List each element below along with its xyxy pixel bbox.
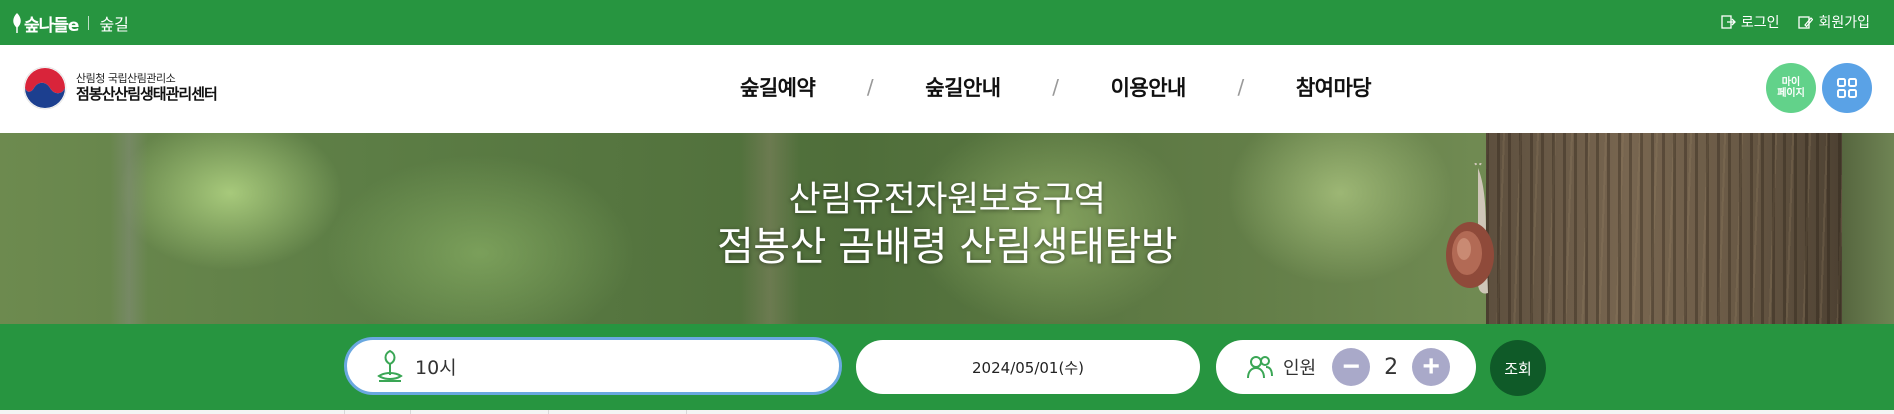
org-logo-link[interactable]: 산림청 국립산림관리소 점봉산산림생태관리센터	[22, 65, 218, 111]
plus-icon: +	[1422, 350, 1440, 383]
main-header: 산림청 국립산림관리소 점봉산산림생태관리센터 숲길예약 / 숲길안내 / 이용…	[0, 45, 1894, 133]
nav-item-trail-reservation[interactable]: 숲길예약	[740, 72, 816, 102]
hero-title-block: 산림유전자원보호구역 점봉산 곰배령 산림생태탐방	[0, 178, 1894, 271]
course-value: 10시	[415, 356, 457, 379]
hero-banner: 산림유전자원보호구역 점봉산 곰배령 산림생태탐방	[0, 133, 1894, 324]
reservation-search-bar: 10시 2024/05/01(수) 인원 − 2 + 조회	[0, 324, 1894, 410]
top-utility-bar: 숲나들e 숲길 로그인 회원가입	[0, 0, 1894, 45]
org-ministry: 산림청 국립산림관리소	[76, 72, 176, 86]
signup-icon	[1798, 16, 1814, 29]
brand-logo-text: 숲나들e	[24, 15, 79, 36]
nav-item-usage-guide[interactable]: 이용안내	[1111, 72, 1187, 102]
org-text: 산림청 국립산림관리소 점봉산산림생태관리센터	[76, 72, 218, 103]
login-icon	[1721, 15, 1736, 29]
government-emblem-icon	[23, 66, 67, 110]
minus-icon: −	[1342, 350, 1360, 383]
mypage-label-line2: 페이지	[1777, 88, 1805, 99]
nav-item-participation[interactable]: 참여마당	[1296, 72, 1372, 102]
brand-logo-link[interactable]: 숲나들e	[10, 8, 79, 38]
search-submit-label: 조회	[1504, 360, 1532, 378]
tab-divider	[410, 410, 411, 414]
hero-title: 점봉산 곰배령 산림생태탐방	[716, 224, 1178, 270]
nav-separator: /	[866, 75, 874, 99]
mypage-button[interactable]: 마이 페이지	[1766, 63, 1816, 113]
people-count: 2	[1384, 354, 1399, 380]
mypage-label-line1: 마이	[1781, 76, 1801, 88]
content-top-divider	[0, 410, 1894, 414]
brand: 숲나들e 숲길	[10, 8, 129, 38]
leaf-logo-icon	[13, 13, 21, 33]
header-buttons: 마이 페이지	[1766, 63, 1872, 113]
main-nav: 숲길예약 / 숲길안내 / 이용안내 / 참여마당	[740, 72, 1372, 102]
increase-people-button[interactable]: +	[1412, 348, 1451, 386]
grid-menu-icon	[1837, 78, 1857, 98]
tab-divider	[686, 410, 687, 414]
mypage-label: 마이 페이지	[1777, 77, 1805, 100]
org-name: 점봉산산림생태관리센터	[76, 84, 218, 103]
tab-divider	[344, 410, 345, 414]
people-count-field: 인원 − 2 +	[1216, 340, 1476, 394]
date-picker-field[interactable]: 2024/05/01(수)	[856, 340, 1200, 394]
site-name: 숲길	[99, 15, 129, 34]
nav-item-trail-guide[interactable]: 숲길안내	[925, 72, 1001, 102]
search-submit-button[interactable]: 조회	[1490, 340, 1546, 396]
nav-separator: /	[1237, 75, 1245, 99]
course-select-field[interactable]: 10시	[344, 337, 842, 395]
people-icon	[1247, 356, 1273, 379]
signup-link[interactable]: 회원가입	[1797, 12, 1870, 32]
hero-subtitle: 산림유전자원보호구역	[788, 180, 1106, 220]
decrease-people-button[interactable]: −	[1332, 348, 1371, 386]
login-link[interactable]: 로그인	[1720, 12, 1780, 32]
tab-divider	[548, 410, 549, 414]
people-label: 인원	[1283, 358, 1317, 379]
login-label: 로그인	[1740, 15, 1780, 31]
trail-marker-icon	[377, 349, 403, 382]
brand-divider	[88, 16, 90, 30]
all-menu-button[interactable]	[1822, 63, 1872, 113]
date-value: 2024/05/01(수)	[972, 358, 1084, 377]
signup-label: 회원가입	[1818, 15, 1870, 31]
nav-separator: /	[1052, 75, 1059, 99]
utility-links: 로그인 회원가입	[1720, 12, 1870, 32]
